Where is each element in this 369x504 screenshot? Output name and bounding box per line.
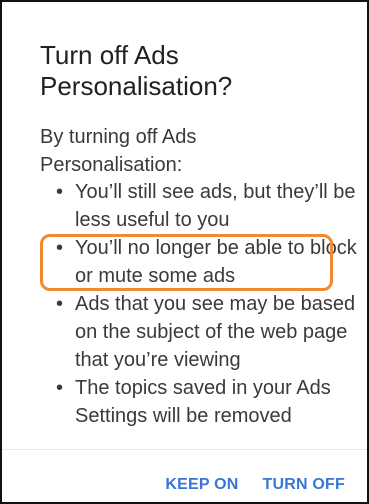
bullet-text: Ads that you see may be based on the sub… xyxy=(75,293,356,371)
bullet-item-still-see-ads: • You’ll still see ads, but they’ll be l… xyxy=(52,178,367,234)
dialog-frame: Turn off Ads Personalisation? By turning… xyxy=(0,0,369,504)
bullet-text: The topics saved in your Ads Settings wi… xyxy=(75,377,331,427)
bullet-icon: • xyxy=(56,377,64,399)
highlight-annotation xyxy=(40,234,333,291)
dialog-title: Turn off Ads Personalisation? xyxy=(40,40,233,101)
bullet-item-subject-based-ads: • Ads that you see may be based on the s… xyxy=(52,290,367,374)
bullet-list: • You’ll still see ads, but they’ll be l… xyxy=(52,178,367,430)
bullet-icon: • xyxy=(56,181,64,203)
dialog-actions: KEEP ON TURN OFF xyxy=(165,476,345,494)
keep-on-button[interactable]: KEEP ON xyxy=(165,476,238,494)
action-divider xyxy=(2,449,367,450)
bullet-text: You’ll still see ads, but they’ll be les… xyxy=(75,181,356,231)
dialog-intro: By turning off Ads Personalisation: xyxy=(40,126,197,176)
bullet-icon: • xyxy=(56,293,64,315)
bullet-item-topics-removed: • The topics saved in your Ads Settings … xyxy=(52,374,367,430)
turn-off-button[interactable]: TURN OFF xyxy=(263,476,345,494)
